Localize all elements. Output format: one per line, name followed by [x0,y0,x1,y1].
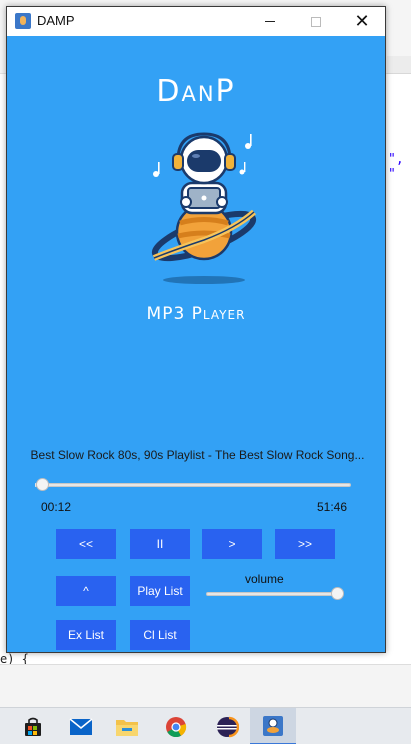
chrome-icon [166,716,187,737]
volume-track [206,592,342,596]
code-string-fragment: ", " [388,152,404,182]
seek-track [35,483,351,487]
astronaut-mascot-illustration [151,132,257,284]
maximize-icon [311,16,321,27]
volume-thumb[interactable] [331,587,344,600]
volume-label: volume [245,572,284,586]
fast-forward-button[interactable]: >> [275,529,335,559]
seek-slider[interactable] [35,478,351,491]
app-subtitle: MP3 Player [146,304,246,324]
app-title: DanP [156,74,236,109]
volume-slider[interactable] [206,587,344,601]
taskbar-mail[interactable] [58,708,104,744]
store-icon [25,717,41,736]
ex-list-button[interactable]: Ex List [56,620,116,650]
eclipse-icon [217,716,239,737]
minimize-button[interactable] [247,7,293,36]
taskbar [0,707,411,744]
next-button[interactable]: > [202,529,262,559]
window-title: DAMP [37,13,75,28]
taskbar-chrome[interactable] [153,708,199,744]
window-titlebar[interactable]: DAMP ✕ [7,7,385,36]
close-button[interactable]: ✕ [339,7,385,36]
taskbar-file-explorer[interactable] [104,708,150,744]
pause-button[interactable]: II [130,529,190,559]
player-panel: DanP MP3 Player Best Slow Rock 80s, 90s … [7,36,385,652]
now-playing-title: Best Slow Rock 80s, 90s Playlist - The B… [30,448,365,462]
cl-list-button[interactable]: Cl List [130,620,190,650]
maximize-button[interactable] [293,7,339,36]
total-time: 51:46 [316,500,347,514]
file-explorer-icon [116,719,138,736]
damp-window: DAMP ✕ DanP MP3 Player Best Slow Rock 80… [6,6,386,653]
mail-icon [69,717,93,735]
damp-app-icon [263,715,283,736]
app-window-icon [15,13,31,29]
taskbar-eclipse[interactable] [204,708,250,744]
current-time: 00:12 [41,500,72,514]
taskbar-store[interactable] [10,708,56,744]
play-list-button[interactable]: Play List [130,576,190,606]
editor-tab-fragment [387,56,411,74]
previous-button[interactable]: << [56,529,116,559]
editor-console-strip [0,664,411,707]
seek-thumb[interactable] [36,478,50,491]
taskbar-damp[interactable] [250,708,296,744]
up-button[interactable]: ^ [56,576,116,606]
minimize-icon [265,21,275,22]
close-icon: ✕ [354,11,370,32]
